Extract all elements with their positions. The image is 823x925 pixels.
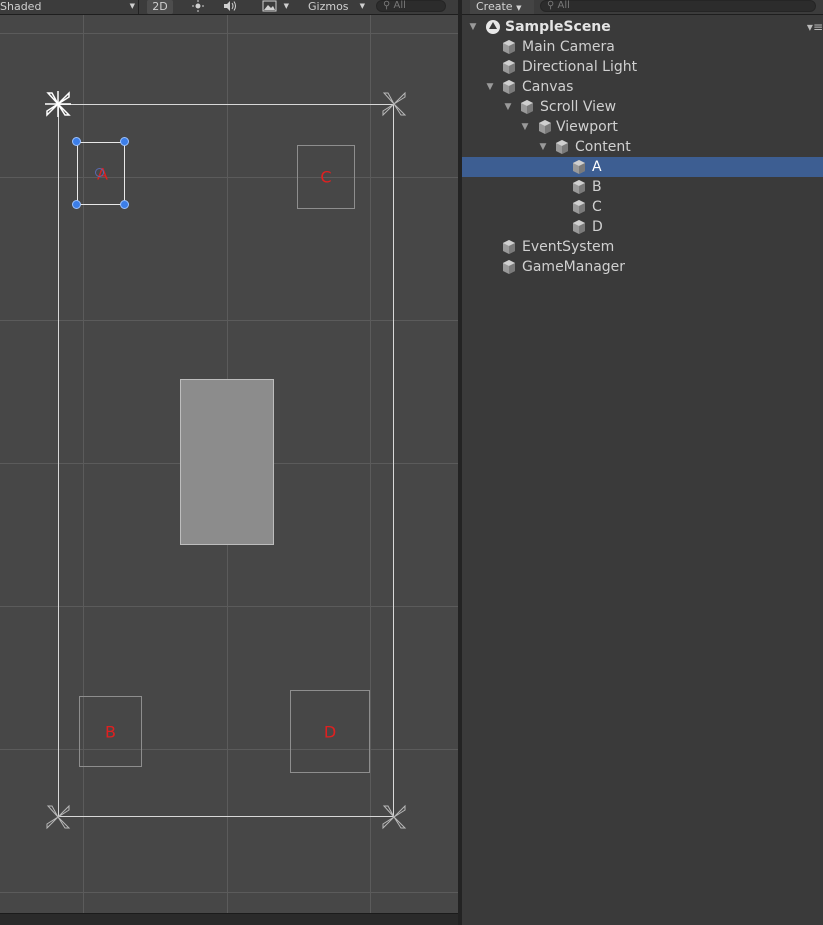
anchor-icon[interactable]	[379, 802, 409, 832]
scene-object-c[interactable]: C	[297, 145, 355, 209]
gameobject-cube-icon	[573, 180, 585, 194]
audio-icon[interactable]	[215, 0, 245, 14]
menu-icon[interactable]: ▾≡	[807, 17, 823, 37]
hierarchy-panel: Create ▼ ⚲ All ▼ SampleScene ▾≡ Main Cam…	[462, 0, 823, 925]
hierarchy-item-scroll-view[interactable]: ▼ Scroll View	[462, 97, 823, 117]
chevron-down-icon: ▼	[283, 2, 289, 10]
gameobject-cube-icon	[556, 140, 568, 154]
hierarchy-item-content[interactable]: ▼ Content	[462, 137, 823, 157]
hierarchy-toolbar: Create ▼ ⚲ All	[462, 0, 823, 15]
toggle-2d-button[interactable]: 2D	[147, 0, 173, 14]
resize-handle[interactable]	[120, 200, 129, 209]
hierarchy-item-label: Canvas	[522, 79, 574, 95]
hierarchy-item-label: D	[592, 219, 603, 235]
create-button[interactable]: Create ▼	[470, 0, 534, 14]
hierarchy-item-c[interactable]: C	[462, 197, 823, 217]
create-label: Create	[476, 0, 513, 13]
hierarchy-item-label: B	[592, 179, 602, 195]
scene-object-d[interactable]: D	[290, 690, 370, 773]
search-placeholder: All	[393, 0, 406, 11]
scene-toolbar: Shaded ▼ 2D ▼ Gizmos ▼ ⚲ All	[0, 0, 458, 15]
anchor-icon[interactable]	[43, 802, 73, 832]
hierarchy-item-viewport[interactable]: ▼ Viewport	[462, 117, 823, 137]
hierarchy-search-input[interactable]: ⚲ All	[540, 0, 816, 12]
unity-scene-icon	[486, 20, 500, 34]
hierarchy-item-label: GameManager	[522, 259, 626, 275]
box-label-c: C	[320, 167, 332, 187]
resize-handle[interactable]	[120, 137, 129, 146]
search-icon: ⚲	[383, 0, 391, 11]
scene-name: SampleScene	[505, 19, 611, 35]
shading-mode-dropdown[interactable]: Shaded ▼	[0, 0, 139, 14]
hierarchy-item-label: Scroll View	[540, 99, 617, 115]
anchor-icon[interactable]	[43, 89, 73, 119]
scene-row[interactable]: ▼ SampleScene ▾≡	[462, 17, 823, 37]
hierarchy-item-label: Viewport	[556, 119, 618, 135]
expand-arrow-icon[interactable]: ▼	[468, 17, 478, 37]
lighting-icon[interactable]	[184, 0, 212, 14]
expand-arrow-icon[interactable]: ▼	[538, 137, 548, 157]
effects-icon[interactable]: ▼	[248, 0, 292, 14]
box-label-d: D	[323, 722, 337, 741]
expand-arrow-icon[interactable]: ▼	[520, 117, 530, 137]
hierarchy-item-label: C	[592, 199, 602, 215]
hierarchy-item-label: Directional Light	[522, 59, 638, 75]
hierarchy-item-a[interactable]: A	[462, 157, 823, 177]
scene-bottom-bar	[0, 913, 458, 925]
anchor-icon[interactable]	[379, 89, 409, 119]
gameobject-cube-icon	[573, 220, 585, 234]
scene-search-input[interactable]: ⚲ All	[376, 0, 446, 12]
gameobject-cube-icon	[503, 40, 515, 54]
search-icon: ⚲	[547, 0, 555, 11]
resize-handle[interactable]	[72, 137, 81, 146]
pivot-icon[interactable]	[95, 168, 104, 177]
gameobject-cube-icon	[539, 120, 551, 134]
scene-view[interactable]: Shaded ▼ 2D ▼ Gizmos ▼ ⚲ All A C B D	[0, 0, 458, 925]
hierarchy-item-gamemanager[interactable]: GameManager	[462, 257, 823, 277]
hierarchy-item-b[interactable]: B	[462, 177, 823, 197]
search-placeholder: All	[557, 0, 570, 11]
gameobject-cube-icon	[503, 260, 515, 274]
gameobject-cube-icon	[521, 100, 533, 114]
scene-object-b[interactable]: B	[79, 696, 142, 767]
shading-mode-label: Shaded	[0, 0, 42, 13]
expand-arrow-icon[interactable]: ▼	[503, 97, 513, 117]
hierarchy-item-directional-light[interactable]: Directional Light	[462, 57, 823, 77]
chevron-down-icon: ▼	[359, 2, 365, 10]
grid-line	[0, 33, 458, 34]
gameobject-cube-icon	[503, 240, 515, 254]
hierarchy-item-label: Content	[575, 139, 631, 155]
gameobject-cube-icon	[503, 80, 515, 94]
hierarchy-item-eventsystem[interactable]: EventSystem	[462, 237, 823, 257]
hierarchy-item-d[interactable]: D	[462, 217, 823, 237]
scroll-view-image[interactable]	[180, 379, 274, 545]
resize-handle[interactable]	[72, 200, 81, 209]
gizmos-label: Gizmos	[308, 0, 349, 13]
gameobject-cube-icon	[503, 60, 515, 74]
hierarchy-item-label: A	[592, 159, 602, 175]
expand-arrow-icon[interactable]: ▼	[485, 77, 495, 97]
hierarchy-item-main-camera[interactable]: Main Camera	[462, 37, 823, 57]
gameobject-cube-icon	[573, 200, 585, 214]
gameobject-cube-icon	[573, 160, 585, 174]
gizmos-dropdown[interactable]: Gizmos ▼	[300, 0, 368, 14]
grid-line	[0, 892, 458, 893]
hierarchy-item-label: Main Camera	[522, 39, 615, 55]
hierarchy-item-canvas[interactable]: ▼ Canvas	[462, 77, 823, 97]
hierarchy-item-label: EventSystem	[522, 239, 615, 255]
chevron-down-icon: ▼	[516, 4, 522, 12]
box-label-b: B	[105, 722, 116, 741]
chevron-down-icon: ▼	[129, 2, 135, 10]
